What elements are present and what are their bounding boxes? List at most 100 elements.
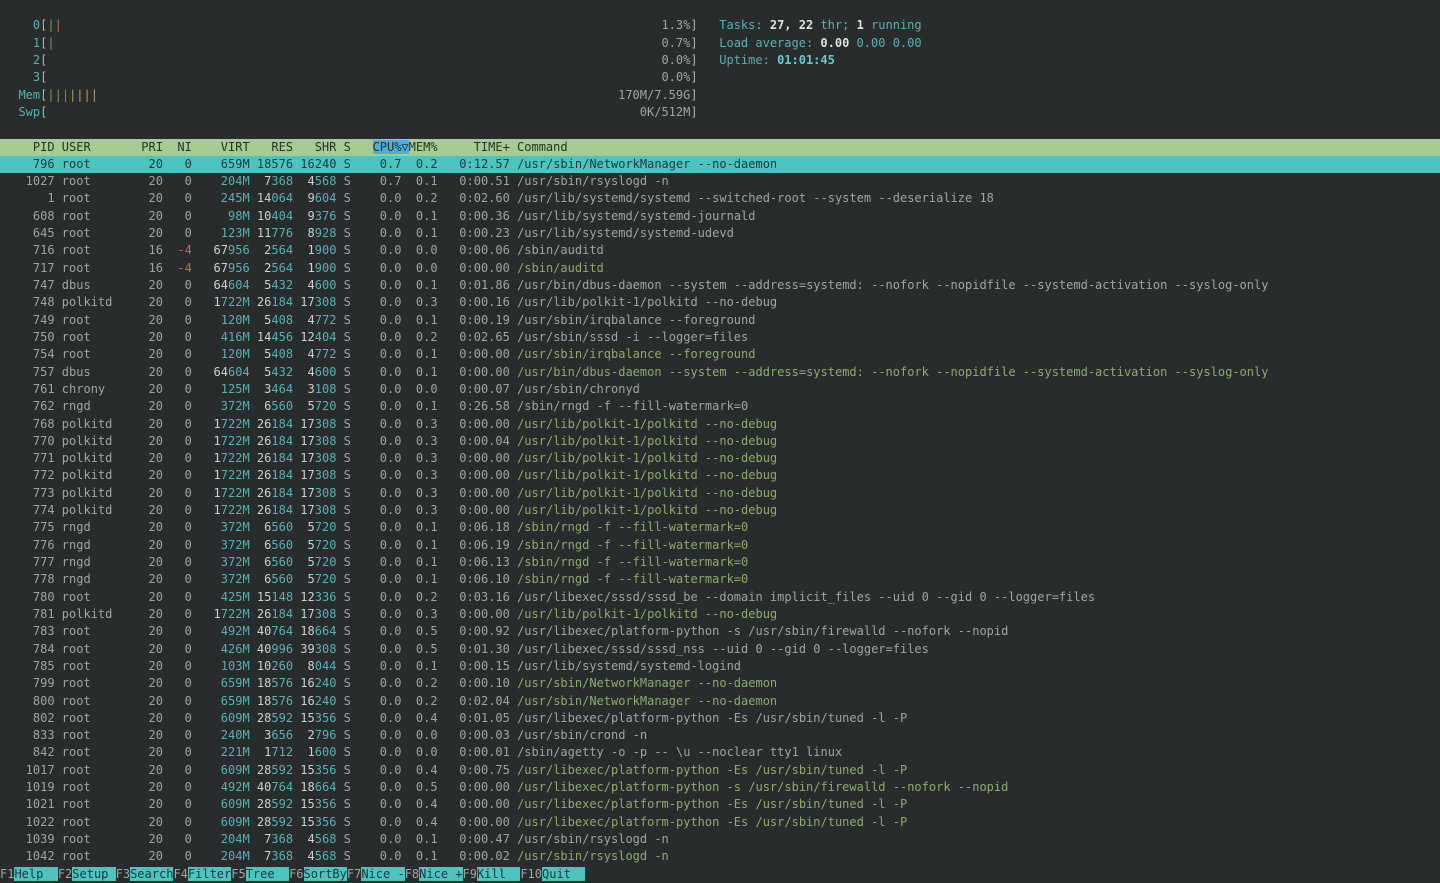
process-row-768[interactable]: 768 polkitd 20 0 1722M 26184 17308 S 0.0… <box>0 416 1440 433</box>
process-row-778[interactable]: 778 rngd 20 0 372M 6560 5720 S 0.0 0.1 0… <box>0 571 1440 588</box>
process-row-799[interactable]: 799 root 20 0 659M 18576 16240 S 0.0 0.2… <box>0 675 1440 692</box>
cell-pid: 608 <box>4 209 55 223</box>
process-row-1[interactable]: 1 root 20 0 245M 14064 9604 S 0.0 0.2 0:… <box>0 190 1440 207</box>
process-row-1022[interactable]: 1022 root 20 0 609M 28592 15356 S 0.0 0.… <box>0 814 1440 831</box>
cell-virt: 245M <box>192 191 250 205</box>
fn-f6-sortby[interactable]: F6SortBy <box>289 866 347 883</box>
column-header-cpu[interactable]: CPU%▽ <box>373 140 409 154</box>
column-header-command[interactable]: Command <box>510 140 568 154</box>
process-row-781[interactable]: 781 polkitd 20 0 1722M 26184 17308 S 0.0… <box>0 606 1440 623</box>
column-header-time[interactable]: TIME+ <box>438 140 510 154</box>
process-row-750[interactable]: 750 root 20 0 416M 14456 12404 S 0.0 0.2… <box>0 329 1440 346</box>
column-header-state[interactable]: S <box>336 140 350 154</box>
column-header-ni[interactable]: NI <box>163 140 192 154</box>
fn-f7-nice-[interactable]: F7Nice - <box>347 866 405 883</box>
cell-cpu: 0.0 <box>351 261 402 275</box>
column-header-virt[interactable]: VIRT <box>192 140 250 154</box>
fn-key-label: F2 <box>58 867 72 881</box>
fn-f9-kill[interactable]: F9Kill <box>463 866 521 883</box>
cell-res: 26184 <box>250 468 293 482</box>
cell-time: 0:00.04 <box>438 434 510 448</box>
cell-mem: 0.1 <box>401 849 437 863</box>
process-row-762[interactable]: 762 rngd 20 0 372M 6560 5720 S 0.0 0.1 0… <box>0 398 1440 415</box>
cell-ni: 0 <box>163 694 192 708</box>
cell-cpu: 0.0 <box>351 832 402 846</box>
process-row-757[interactable]: 757 dbus 20 0 64604 5432 4600 S 0.0 0.1 … <box>0 364 1440 381</box>
process-row-773[interactable]: 773 polkitd 20 0 1722M 26184 17308 S 0.0… <box>0 485 1440 502</box>
process-row-1017[interactable]: 1017 root 20 0 609M 28592 15356 S 0.0 0.… <box>0 762 1440 779</box>
process-row-802[interactable]: 802 root 20 0 609M 28592 15356 S 0.0 0.4… <box>0 710 1440 727</box>
process-row-717[interactable]: 717 root 16 -4 67956 2564 1900 S 0.0 0.0… <box>0 260 1440 277</box>
column-header-shr[interactable]: SHR <box>293 140 336 154</box>
cell-mem: 0.0 <box>401 382 437 396</box>
fn-key-label: F6 <box>289 867 303 881</box>
process-row-1021[interactable]: 1021 root 20 0 609M 28592 15356 S 0.0 0.… <box>0 796 1440 813</box>
cell-pri: 20 <box>134 157 163 171</box>
process-row-1027[interactable]: 1027 root 20 0 204M 7368 4568 S 0.7 0.1 … <box>0 173 1440 190</box>
process-row-771[interactable]: 771 polkitd 20 0 1722M 26184 17308 S 0.0… <box>0 450 1440 467</box>
cell-cpu: 0.0 <box>351 538 402 552</box>
process-row-780[interactable]: 780 root 20 0 425M 15148 12336 S 0.0 0.2… <box>0 589 1440 606</box>
process-row-777[interactable]: 777 rngd 20 0 372M 6560 5720 S 0.0 0.1 0… <box>0 554 1440 571</box>
cell-res: 18576 <box>250 157 293 171</box>
column-header-res[interactable]: RES <box>250 140 293 154</box>
cell-ni: 0 <box>163 745 192 759</box>
column-header-mem[interactable]: MEM% <box>409 140 438 154</box>
process-row-761[interactable]: 761 chrony 20 0 125M 3464 3108 S 0.0 0.0… <box>0 381 1440 398</box>
process-row-749[interactable]: 749 root 20 0 120M 5408 4772 S 0.0 0.1 0… <box>0 312 1440 329</box>
fn-f8-nice-[interactable]: F8Nice + <box>405 866 463 883</box>
cell-time: 0:00.03 <box>438 728 510 742</box>
cell-virt: 609M <box>192 815 250 829</box>
process-row-776[interactable]: 776 rngd 20 0 372M 6560 5720 S 0.0 0.1 0… <box>0 537 1440 554</box>
process-row-770[interactable]: 770 polkitd 20 0 1722M 26184 17308 S 0.0… <box>0 433 1440 450</box>
cell-command: /usr/sbin/irqbalance --foreground <box>510 347 756 361</box>
fn-f10-quit[interactable]: F10Quit <box>520 866 585 883</box>
fn-f4-filter[interactable]: F4Filter <box>173 866 231 883</box>
process-row-748[interactable]: 748 polkitd 20 0 1722M 26184 17308 S 0.0… <box>0 294 1440 311</box>
column-header-user[interactable]: USER <box>55 140 134 154</box>
cell-virt: 416M <box>192 330 250 344</box>
cell-mem: 0.4 <box>401 797 437 811</box>
column-header-pid[interactable]: PID <box>4 140 55 154</box>
cell-mem: 0.1 <box>401 399 437 413</box>
process-row-716[interactable]: 716 root 16 -4 67956 2564 1900 S 0.0 0.0… <box>0 242 1440 259</box>
cell-shr: 15356 <box>293 763 336 777</box>
process-row-833[interactable]: 833 root 20 0 240M 3656 2796 S 0.0 0.0 0… <box>0 727 1440 744</box>
process-row-1042[interactable]: 1042 root 20 0 204M 7368 4568 S 0.0 0.1 … <box>0 848 1440 865</box>
process-row-608[interactable]: 608 root 20 0 98M 10404 9376 S 0.0 0.1 0… <box>0 208 1440 225</box>
cell-virt: 204M <box>192 174 250 188</box>
fn-f1-help[interactable]: F1Help <box>0 866 58 883</box>
process-row-842[interactable]: 842 root 20 0 221M 1712 1600 S 0.0 0.0 0… <box>0 744 1440 761</box>
process-row-800[interactable]: 800 root 20 0 659M 18576 16240 S 0.0 0.2… <box>0 693 1440 710</box>
fn-f2-setup[interactable]: F2Setup <box>58 866 116 883</box>
cell-time: 0:00.02 <box>438 849 510 863</box>
fn-action-label: Search <box>130 867 173 881</box>
cell-command: /usr/libexec/sssd/sssd_nss --uid 0 --gid… <box>510 642 929 656</box>
process-row-775[interactable]: 775 rngd 20 0 372M 6560 5720 S 0.0 0.1 0… <box>0 519 1440 536</box>
process-row-772[interactable]: 772 polkitd 20 0 1722M 26184 17308 S 0.0… <box>0 467 1440 484</box>
process-row-774[interactable]: 774 polkitd 20 0 1722M 26184 17308 S 0.0… <box>0 502 1440 519</box>
cell-user: root <box>55 797 134 811</box>
uptime-label: Uptime: <box>719 53 770 67</box>
cell-mem: 0.3 <box>401 503 437 517</box>
cell-shr: 4568 <box>293 832 336 846</box>
cell-shr: 12404 <box>293 330 336 344</box>
cell-cpu: 0.0 <box>351 780 402 794</box>
process-row-784[interactable]: 784 root 20 0 426M 40996 39308 S 0.0 0.5… <box>0 641 1440 658</box>
fn-f5-tree[interactable]: F5Tree <box>231 866 289 883</box>
cell-res: 28592 <box>250 711 293 725</box>
process-row-1039[interactable]: 1039 root 20 0 204M 7368 4568 S 0.0 0.1 … <box>0 831 1440 848</box>
process-row-1019[interactable]: 1019 root 20 0 492M 40764 18664 S 0.0 0.… <box>0 779 1440 796</box>
process-row-783[interactable]: 783 root 20 0 492M 40764 18664 S 0.0 0.5… <box>0 623 1440 640</box>
cell-user: root <box>55 191 134 205</box>
process-row-796[interactable]: 796 root 20 0 659M 18576 16240 S 0.7 0.2… <box>0 156 1440 173</box>
process-row-747[interactable]: 747 dbus 20 0 64604 5432 4600 S 0.0 0.1 … <box>0 277 1440 294</box>
cell-virt: 659M <box>192 676 250 690</box>
process-row-645[interactable]: 645 root 20 0 123M 11776 8928 S 0.0 0.1 … <box>0 225 1440 242</box>
column-header-pri[interactable]: PRI <box>134 140 163 154</box>
fn-f3-search[interactable]: F3Search <box>116 866 174 883</box>
process-row-754[interactable]: 754 root 20 0 120M 5408 4772 S 0.0 0.1 0… <box>0 346 1440 363</box>
process-row-785[interactable]: 785 root 20 0 103M 10260 8044 S 0.0 0.1 … <box>0 658 1440 675</box>
cell-user: root <box>55 261 134 275</box>
cell-cpu: 0.0 <box>351 590 402 604</box>
